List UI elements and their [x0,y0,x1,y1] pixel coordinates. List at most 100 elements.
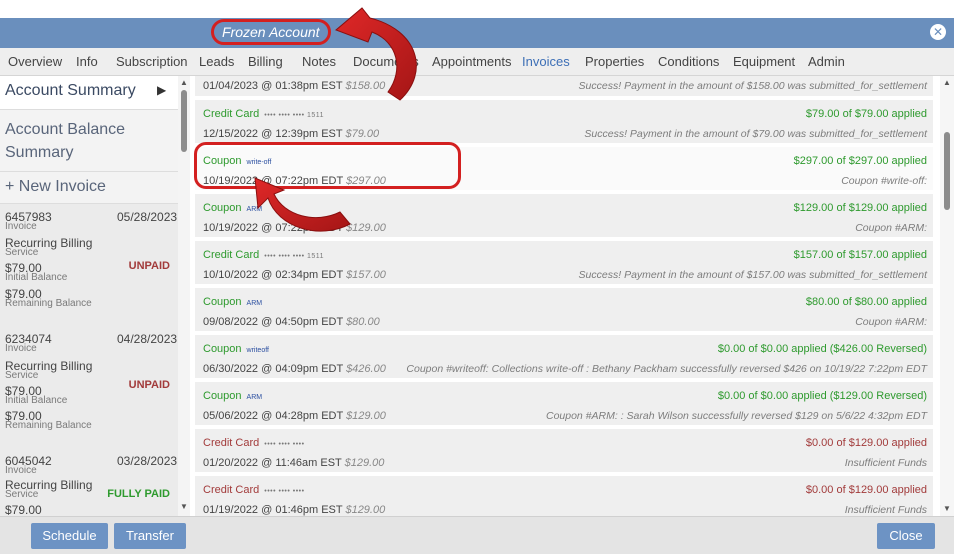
invoice-date: 04/28/2023 [117,332,178,346]
sidebar-scroll-thumb[interactable] [181,90,187,152]
tab-billing[interactable]: Billing [248,48,283,76]
payment-datetime: 01/19/2022 @ 01:46pm EST $129.00 [203,504,386,516]
payment-row[interactable]: Credit Card •••• •••• •••• 1511 10/10/202… [195,241,933,286]
payment-scroll-thumb[interactable] [944,132,950,210]
tab-documents[interactable]: Documents [353,48,419,76]
invoice-service-sub: Service [5,489,39,500]
invoice-date: 05/28/2023 [117,210,178,224]
payment-datetime: 01/20/2022 @ 11:46am EST $129.00 [203,457,385,469]
payment-datetime: 06/30/2022 @ 04:09pm EDT $426.00 [203,363,386,375]
invoice-date: 03/28/2023 [117,454,178,468]
applied-amount: $79.00 of $79.00 applied [805,108,927,120]
account-balance-label: Account Balance Summary [5,121,126,161]
payment-row[interactable]: Credit Card •••• •••• •••• 1511 12/15/202… [195,100,933,145]
payment-note: Success! Payment in the amount of $79.00… [584,128,927,140]
new-invoice-button[interactable]: + New Invoice [0,172,178,204]
payment-row[interactable]: Credit Card •••• •••• •••• 01/19/2022 @ 0… [195,476,933,516]
payment-note: Success! Payment in the amount of $157.0… [578,269,927,281]
new-invoice-label: + New Invoice [5,178,106,195]
payment-datetime: 05/06/2022 @ 04:28pm EDT $129.00 [203,410,386,422]
invoice-sidebar: Account Summary ▶ Account Balance Summar… [0,76,178,516]
payment-row[interactable]: 01/04/2023 @ 01:38pm EST $158.00 Success… [195,76,933,98]
applied-amount: $0.00 of $129.00 applied [805,437,927,449]
close-icon[interactable]: ✕ [930,24,946,40]
tab-overview[interactable]: Overview [8,48,62,76]
payment-note: Coupon #ARM: : Sarah Wilson successfully… [545,410,927,422]
scroll-down-icon[interactable]: ▼ [943,504,951,513]
payment-method: Coupon ARM [203,390,263,402]
payment-row[interactable]: Coupon ARM 09/08/2022 @ 04:50pm EDT $80.0… [195,288,933,333]
close-button[interactable]: Close [877,523,935,549]
payment-note: Coupon #writeoff: Collections write-off … [406,363,927,375]
payment-method: Coupon ARM [203,202,263,214]
invoice-list-item[interactable]: 6045042 03/28/2023 Invoice Recurring Bil… [0,454,178,516]
status-badge: UNPAID [128,260,170,272]
payment-row[interactable]: Coupon ARM 05/06/2022 @ 04:28pm EDT $129.… [195,382,933,427]
payment-method: Coupon writeoff [203,343,269,355]
tab-conditions[interactable]: Conditions [658,48,719,76]
status-badge: FULLY PAID [107,488,170,500]
tab-info[interactable]: Info [76,48,98,76]
tab-notes[interactable]: Notes [302,48,336,76]
footer-bar: Schedule Transfer Close [0,516,954,554]
payment-note: Coupon #ARM: [855,316,927,328]
tab-properties[interactable]: Properties [585,48,644,76]
scroll-up-icon[interactable]: ▲ [180,78,188,87]
account-balance-item[interactable]: Account Balance Summary [0,110,178,172]
title-bar: Frozen Account ✕ [0,18,954,48]
payment-datetime: 10/19/2022 @ 07:22pm EDT $129.00 [203,222,386,234]
initial-amount: $79.00 [5,503,42,516]
invoice-type: Invoice [5,343,37,354]
initial-label: Initial Balance [5,395,68,406]
invoice-list-item[interactable]: 6457983 05/28/2023 Invoice Recurring Bil… [0,210,178,334]
payment-row[interactable]: Credit Card •••• •••• •••• 01/20/2022 @ 1… [195,429,933,474]
tab-invoices[interactable]: Invoices [522,48,570,76]
nav-tabs: Overview Info Subscription Leads Billing… [0,48,954,76]
applied-amount: $297.00 of $297.00 applied [793,155,927,167]
scroll-up-icon[interactable]: ▲ [943,78,951,87]
payment-note: Coupon #ARM: [855,222,927,234]
payment-method: Credit Card •••• •••• •••• 1511 [203,249,325,261]
payment-method: Credit Card •••• •••• •••• [203,484,305,496]
account-summary-label: Account Summary [5,82,136,99]
invoice-service-sub: Service [5,370,39,381]
sidebar-scrollbar[interactable]: ▲ ▼ [178,76,190,516]
tab-admin[interactable]: Admin [808,48,845,76]
transfer-button[interactable]: Transfer [114,523,186,549]
initial-label: Initial Balance [5,272,68,283]
payment-datetime: 10/10/2022 @ 02:34pm EDT $157.00 [203,269,386,281]
payment-datetime: 09/08/2022 @ 04:50pm EDT $80.00 [203,316,380,328]
tab-leads[interactable]: Leads [199,48,234,76]
payment-row[interactable]: Coupon ARM 10/19/2022 @ 07:22pm EDT $129.… [195,194,933,239]
remaining-label: Remaining Balance [5,420,92,431]
applied-amount: $129.00 of $129.00 applied [793,202,927,214]
payment-list-scrollbar[interactable]: ▲ ▼ [940,76,954,516]
payment-note: Coupon #write-off: [841,175,927,187]
tab-subscription[interactable]: Subscription [116,48,188,76]
applied-amount: $0.00 of $0.00 applied ($129.00 Reversed… [717,390,927,402]
window-title: Frozen Account [211,19,331,45]
payment-datetime: 12/15/2022 @ 12:39pm EST $79.00 [203,128,380,140]
caret-right-icon: ▶ [157,83,167,97]
invoice-list-item[interactable]: 6234074 04/28/2023 Invoice Recurring Bil… [0,332,178,456]
remaining-label: Remaining Balance [5,298,92,309]
payment-method: Credit Card •••• •••• •••• 1511 [203,108,325,120]
applied-amount: $0.00 of $129.00 applied [805,484,927,496]
scroll-down-icon[interactable]: ▼ [180,502,188,511]
applied-amount: $0.00 of $0.00 applied ($426.00 Reversed… [717,343,927,355]
applied-amount: $80.00 of $80.00 applied [805,296,927,308]
payment-row[interactable]: Coupon writeoff 06/30/2022 @ 04:09pm EDT … [195,335,933,380]
payment-note: Insufficient Funds [844,504,927,516]
payment-method: Credit Card •••• •••• •••• [203,437,305,449]
account-summary-item[interactable]: Account Summary ▶ [0,76,178,110]
tab-appointments[interactable]: Appointments [432,48,512,76]
invoice-type: Invoice [5,221,37,232]
annotation-highlight [194,142,461,189]
schedule-button[interactable]: Schedule [31,523,108,549]
app-window: Frozen Account ✕ Overview Info Subscript… [0,0,954,554]
payment-method: Coupon ARM [203,296,263,308]
tab-equipment[interactable]: Equipment [733,48,795,76]
payment-datetime: 01/04/2023 @ 01:38pm EST $158.00 [203,80,386,92]
applied-amount: $157.00 of $157.00 applied [793,249,927,261]
invoice-type: Invoice [5,465,37,476]
